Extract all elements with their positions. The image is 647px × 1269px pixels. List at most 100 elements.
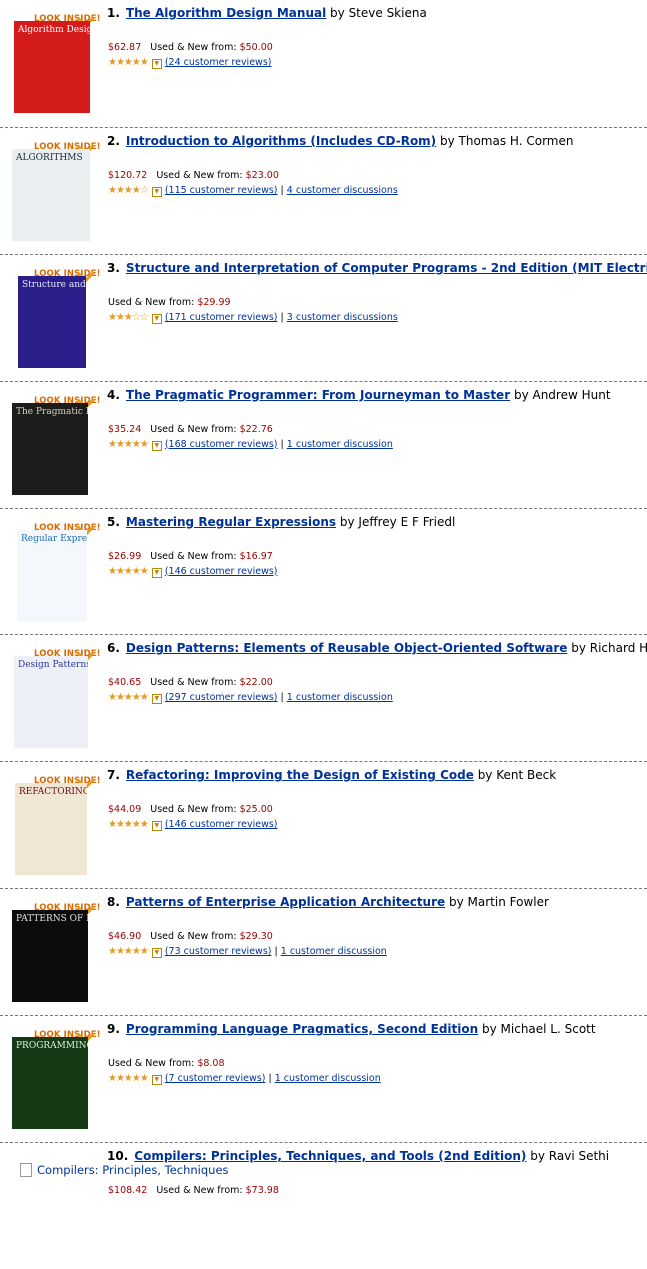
look-inside-badge[interactable]: LOOK INSIDE!	[34, 134, 101, 156]
title-line: 8. Patterns of Enterprise Application Arc…	[107, 895, 549, 909]
review-line: ★★★★★ ▼ (146 customer reviews)	[108, 566, 278, 578]
book-cover[interactable]: ALGORITHMS	[12, 148, 90, 241]
cover-title: ALGORITHMS	[16, 152, 83, 163]
rank-number: 5.	[107, 514, 120, 529]
reviews-link[interactable]: (146 customer reviews)	[165, 566, 278, 577]
list-item: LOOK INSIDE! PATTERNS OF ENTERPRISE APPL…	[0, 888, 647, 1015]
star-rating-icon[interactable]: ★★★★★	[108, 1073, 149, 1084]
used-new-price: $22.76	[239, 423, 273, 435]
list-item: LOOK INSIDE! REFACTORING 7. Refactoring: …	[0, 761, 647, 888]
rank-number: 6.	[107, 641, 120, 656]
rank-number: 3.	[107, 260, 120, 275]
star-rating-icon[interactable]: ★★★★★	[108, 692, 149, 703]
book-cover[interactable]: REFACTORING	[15, 783, 87, 876]
look-inside-badge[interactable]: LOOK INSIDE!	[34, 515, 101, 537]
title-line: 4. The Pragmatic Programmer: From Journey…	[107, 388, 611, 402]
reviews-link[interactable]: (171 customer reviews)	[165, 312, 278, 323]
reviews-link[interactable]: (7 customer reviews)	[165, 1073, 266, 1084]
book-cover[interactable]: Regular Expressions	[17, 529, 87, 622]
broken-cover-image[interactable]: Compilers: Principles, Techniques	[20, 1163, 229, 1178]
star-rating-icon[interactable]: ★★★★★	[108, 439, 149, 450]
book-title-link[interactable]: Introduction to Algorithms (Includes CD-…	[126, 134, 436, 148]
discussions-link[interactable]: 4 customer discussions	[287, 185, 398, 196]
used-new-price: $23.00	[245, 169, 279, 181]
book-title-link[interactable]: Mastering Regular Expressions	[126, 515, 336, 529]
used-new-label: Used & New from:	[150, 931, 237, 943]
reviews-link[interactable]: (146 customer reviews)	[165, 819, 278, 830]
look-inside-badge[interactable]: LOOK INSIDE!	[34, 641, 101, 664]
book-title-link[interactable]: Compilers: Principles, Techniques, and T…	[134, 1149, 526, 1163]
list-item: LOOK INSIDE! ALGORITHMS 2. Introduction t…	[0, 126, 647, 254]
discussions-link[interactable]: 1 customer discussion	[287, 439, 393, 450]
chevron-down-icon[interactable]: ▼	[151, 694, 162, 705]
chevron-down-icon[interactable]: ▼	[151, 567, 162, 578]
discussions-link[interactable]: 1 customer discussion	[275, 1073, 381, 1084]
price-line: Used & New from: $8.08	[108, 1058, 225, 1069]
discussions-link[interactable]: 1 customer discussion	[281, 946, 387, 957]
chevron-down-icon[interactable]: ▼	[151, 440, 162, 451]
list-item: LOOK INSIDE! Algorithm Design MANUAL 1. T…	[0, 0, 647, 127]
chevron-down-icon[interactable]: ▼	[151, 186, 162, 197]
author: by Martin Fowler	[449, 895, 549, 910]
reviews-link[interactable]: (73 customer reviews)	[165, 946, 272, 957]
price: $44.09	[108, 804, 142, 816]
star-rating-icon[interactable]: ★★★★★	[108, 946, 149, 957]
price: $46.90	[108, 931, 142, 943]
review-line: ★★★★★ ▼ (168 customer reviews) | 1 custome…	[108, 439, 393, 451]
discussions-link[interactable]: 3 customer discussions	[287, 312, 398, 323]
used-new-label: Used & New from:	[108, 1058, 195, 1070]
star-rating-icon[interactable]: ★★★☆☆	[108, 312, 149, 323]
chevron-down-icon[interactable]: ▼	[151, 59, 162, 69]
author: by Thomas H. Cormen	[440, 133, 574, 148]
list-item: Compilers: Principles, Techniques 10. Com…	[0, 1142, 647, 1269]
price-line: Used & New from: $29.99	[108, 297, 231, 308]
price-line: $44.09 Used & New from: $25.00	[108, 804, 273, 815]
book-title-link[interactable]: Refactoring: Improving the Design of Exi…	[126, 768, 474, 782]
author: by Jeffrey E F Friedl	[339, 514, 456, 529]
chevron-down-icon[interactable]: ▼	[151, 1075, 162, 1086]
look-inside-badge[interactable]: LOOK INSIDE!	[34, 388, 101, 410]
star-rating-icon[interactable]: ★★★★☆	[108, 185, 149, 196]
discussions-link[interactable]: 1 customer discussion	[287, 692, 393, 703]
price-line: $46.90 Used & New from: $29.30	[108, 931, 273, 942]
book-cover[interactable]: PATTERNS OF ENTERPRISE APPLICATION ARCHI…	[12, 910, 88, 1003]
star-rating-icon[interactable]: ★★★★★	[108, 566, 149, 577]
price-line: $35.24 Used & New from: $22.76	[108, 424, 273, 435]
star-rating-icon[interactable]: ★★★★★	[108, 819, 149, 830]
cover-title: REFACTORING	[19, 787, 87, 798]
chevron-down-icon[interactable]: ▼	[151, 821, 162, 832]
title-line: 2. Introduction to Algorithms (Includes C…	[107, 134, 573, 148]
price-line: $120.72 Used & New from: $23.00	[108, 170, 279, 181]
review-line: ★★★★★ ▼ (24 customer reviews)	[108, 57, 271, 69]
author: by Kent Beck	[477, 768, 557, 783]
book-title-link[interactable]: The Algorithm Design Manual	[126, 6, 326, 20]
book-title-link[interactable]: Design Patterns: Elements of Reusable Ob…	[126, 641, 567, 655]
look-inside-badge[interactable]: LOOK INSIDE!	[34, 768, 101, 791]
look-inside-badge[interactable]: LOOK INSIDE!	[34, 261, 101, 283]
broken-image-icon	[20, 1163, 32, 1178]
rank-number: 10.	[107, 1149, 129, 1164]
book-cover[interactable]: Algorithm Design MANUAL	[14, 21, 90, 113]
book-title-link[interactable]: Structure and Interpretation of Computer…	[126, 261, 647, 275]
star-rating-icon[interactable]: ★★★★★	[108, 57, 149, 68]
book-cover[interactable]: The Pragmatic Programmer	[12, 402, 88, 495]
used-new-label: Used & New from:	[156, 169, 243, 181]
book-cover[interactable]: PROGRAMMING LANGUAGE PRAGMATICS	[12, 1037, 88, 1130]
book-title-link[interactable]: Programming Language Pragmatics, Second …	[126, 1022, 478, 1036]
list-item: LOOK INSIDE! The Pragmatic Programmer 4.…	[0, 380, 647, 508]
reviews-link[interactable]: (24 customer reviews)	[165, 57, 272, 68]
book-title-link[interactable]: The Pragmatic Programmer: From Journeyma…	[126, 388, 510, 402]
book-title-link[interactable]: Patterns of Enterprise Application Archi…	[126, 895, 445, 909]
look-inside-badge[interactable]: LOOK INSIDE!	[34, 1022, 101, 1044]
book-cover[interactable]: Design Patterns	[14, 656, 88, 749]
used-new-price: $73.98	[245, 1185, 279, 1197]
look-inside-badge[interactable]: LOOK INSIDE!	[34, 6, 101, 28]
price: $108.42	[108, 1185, 148, 1197]
reviews-link[interactable]: (115 customer reviews)	[165, 185, 278, 196]
chevron-down-icon[interactable]: ▼	[151, 313, 162, 324]
reviews-link[interactable]: (168 customer reviews)	[165, 439, 278, 450]
chevron-down-icon[interactable]: ▼	[151, 948, 162, 959]
reviews-link[interactable]: (297 customer reviews)	[165, 692, 278, 703]
book-cover[interactable]: Structure and Interpretation of Computer…	[18, 275, 86, 368]
look-inside-badge[interactable]: LOOK INSIDE!	[34, 895, 101, 917]
